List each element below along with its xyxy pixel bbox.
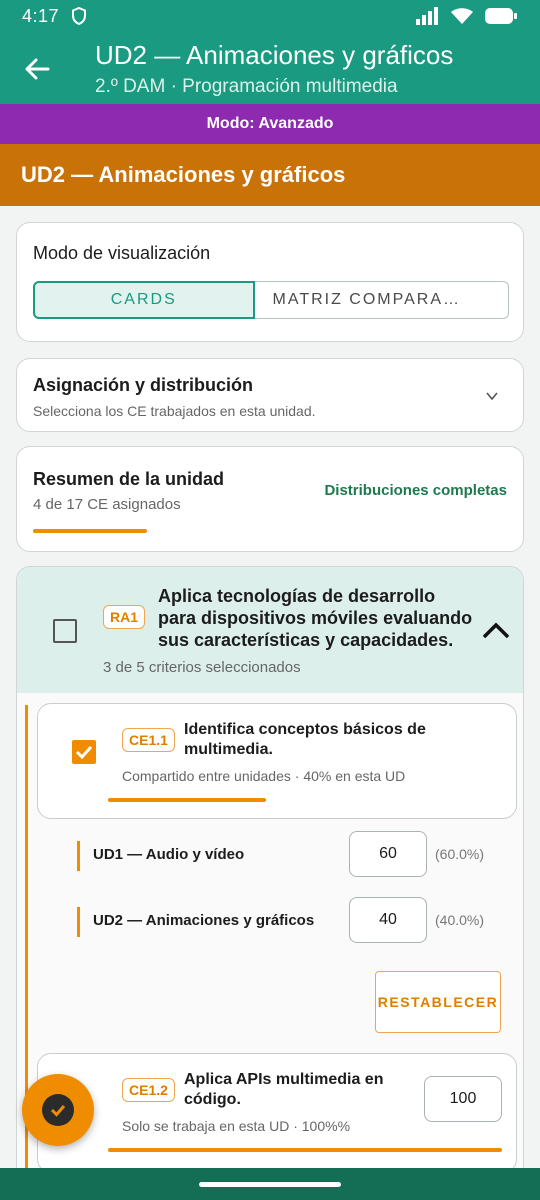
view-mode-card: Modo de visualización CARDS MATRIZ COMPA… bbox=[16, 222, 524, 342]
battery-icon bbox=[485, 8, 517, 24]
check-circle-icon bbox=[42, 1094, 74, 1126]
view-mode-cards-option[interactable]: CARDS bbox=[33, 281, 255, 319]
criterion-code-badge: CE1.1 bbox=[122, 728, 175, 752]
summary-progress-bar bbox=[33, 529, 147, 533]
summary-card: Resumen de la unidad 4 de 17 CE asignado… bbox=[16, 446, 524, 552]
app-bar: UD2 — Animaciones y gráficos 2.º DAM · P… bbox=[0, 32, 540, 104]
distribution-row: UD2 — Animaciones y gráficos 40 (40.0%) bbox=[77, 897, 517, 945]
distribution-row: UD1 — Audio y vídeo 60 (60.0%) bbox=[77, 831, 517, 879]
distribution-percent: (60.0%) bbox=[435, 846, 485, 862]
distribution-unit-name: UD2 — Animaciones y gráficos bbox=[93, 912, 315, 929]
back-button[interactable] bbox=[20, 52, 54, 86]
assignment-subtitle: Selecciona los CE trabajados en esta uni… bbox=[33, 403, 316, 419]
distribution-value-input[interactable]: 60 bbox=[349, 831, 427, 877]
summary-count: 4 de 17 CE asignados bbox=[33, 496, 181, 513]
assignment-title: Asignación y distribución bbox=[33, 375, 254, 395]
unit-header: UD2 — Animaciones y gráficos bbox=[0, 144, 540, 206]
view-mode-label: Modo de visualización bbox=[33, 243, 211, 263]
criterion-title: Identifica conceptos básicos de multimed… bbox=[184, 721, 426, 758]
ra-header: RA1 Aplica tecnologías de desarrollo par… bbox=[17, 567, 523, 693]
ra-code-badge: RA1 bbox=[103, 605, 146, 629]
signal-icon bbox=[416, 7, 438, 25]
assignment-card[interactable]: Asignación y distribución Selecciona los… bbox=[16, 358, 524, 432]
check-icon bbox=[75, 745, 93, 760]
criterion-subtitle: Compartido entre unidades · 40% en esta … bbox=[122, 768, 406, 784]
mode-banner: Modo: Avanzado bbox=[0, 104, 540, 144]
page-title: UD2 — Animaciones y gráficos bbox=[95, 40, 454, 70]
home-gesture-handle[interactable] bbox=[199, 1182, 341, 1187]
criterion-card: CE1.1 Identifica conceptos básicos de mu… bbox=[37, 703, 517, 819]
status-icons bbox=[416, 7, 518, 25]
ra-checkbox[interactable] bbox=[53, 619, 77, 643]
wifi-icon bbox=[451, 8, 473, 24]
shield-icon bbox=[72, 7, 87, 25]
criterion-value-input[interactable]: 100 bbox=[424, 1076, 502, 1122]
criterion-checkbox[interactable] bbox=[72, 740, 96, 764]
distribution-unit-name: UD1 — Audio y vídeo bbox=[93, 846, 245, 863]
criterion-progress-bar bbox=[108, 798, 266, 802]
criterion-subtitle: Solo se trabaja en esta UD · 100%% bbox=[122, 1118, 351, 1134]
view-mode-toggle: CARDS MATRIZ COMPARA… bbox=[33, 281, 509, 319]
status-time: 4:17 bbox=[22, 5, 60, 26]
criterion-progress-bar bbox=[108, 1148, 502, 1152]
distribution-marker bbox=[77, 907, 80, 937]
page-subtitle: 2.º DAM · Programación multimedia bbox=[95, 76, 398, 97]
summary-title: Resumen de la unidad bbox=[33, 469, 225, 489]
system-nav-bar bbox=[0, 1168, 540, 1200]
criterion-card: CE1.2 Aplica APIs multimedia en código. … bbox=[37, 1053, 517, 1173]
view-mode-matrix-option[interactable]: MATRIZ COMPARA… bbox=[254, 281, 509, 319]
status-bar: 4:17 bbox=[0, 0, 540, 32]
distribution-value-input[interactable]: 40 bbox=[349, 897, 427, 943]
confirm-fab[interactable] bbox=[22, 1074, 94, 1146]
ra-title: Aplica tecnologías de desarrollo para di… bbox=[158, 586, 473, 650]
ra-criteria-count: 3 de 5 criterios seleccionados bbox=[103, 659, 301, 676]
chevron-down-icon bbox=[486, 392, 498, 401]
distribution-marker bbox=[77, 841, 80, 871]
arrow-left-icon bbox=[25, 58, 50, 80]
chevron-up-icon[interactable] bbox=[481, 615, 511, 645]
criterion-code-badge: CE1.2 bbox=[122, 1078, 175, 1102]
reset-button[interactable]: RESTABLECER bbox=[375, 971, 501, 1033]
criterion-title: Aplica APIs multimedia en código. bbox=[184, 1071, 384, 1108]
summary-status: Distribuciones completas bbox=[324, 482, 507, 499]
distribution-percent: (40.0%) bbox=[435, 912, 485, 928]
